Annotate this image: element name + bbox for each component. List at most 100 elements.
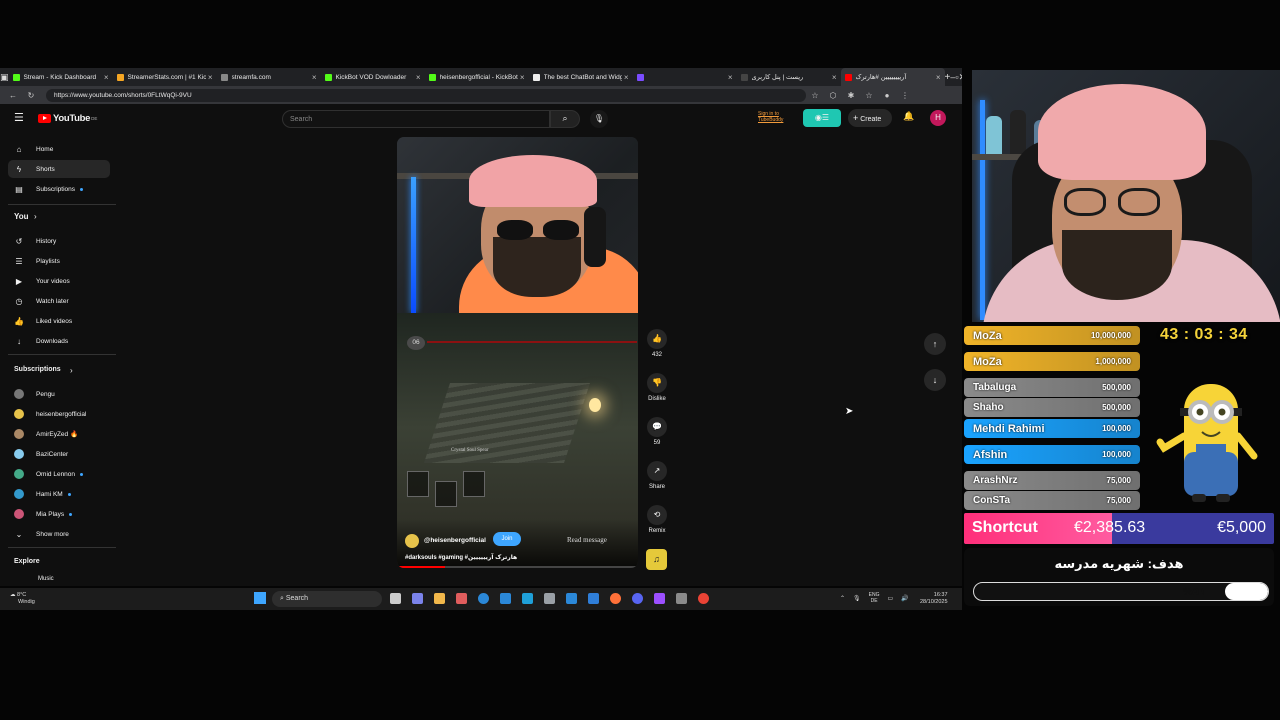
tubebuddy-signin-link[interactable]: Sign in to TubeBuddy xyxy=(758,111,800,123)
sidebar-item-music[interactable]: Music xyxy=(38,576,54,582)
browser-tab[interactable]: heisenbergofficial - KickBot × xyxy=(425,68,529,86)
store-icon[interactable] xyxy=(456,593,467,604)
sidebar-item[interactable]: ▤ Subscriptions xyxy=(8,180,110,198)
sidebar-item[interactable]: ↺ History xyxy=(8,232,110,250)
sound-thumbnail-button[interactable]: ♫ xyxy=(646,549,667,570)
browser-tab[interactable]: ریست | پنل کاربری × xyxy=(737,68,841,86)
chrome-icon[interactable] xyxy=(698,593,709,604)
close-window-icon[interactable]: ✕ xyxy=(959,72,962,83)
youtube-logo[interactable]: YouTube DE xyxy=(38,113,97,124)
taskbar-search[interactable]: ⌕ Search xyxy=(272,591,382,607)
sidebar-item[interactable]: ⌄ Show more xyxy=(8,525,110,543)
terminal-icon[interactable] xyxy=(544,593,555,604)
channel-name[interactable]: @heisenbergofficial xyxy=(424,537,486,544)
goal-target: €5,000 xyxy=(1217,519,1266,536)
browser-tab[interactable]: StreamerStats.com | #1 Kick × xyxy=(113,68,217,86)
file-explorer-icon[interactable] xyxy=(434,593,445,604)
short-video-player[interactable]: 06 Crystal Soul Spear @heisenbergofficia… xyxy=(397,137,638,568)
tab-close-icon[interactable]: × xyxy=(624,73,629,82)
outlook-icon[interactable] xyxy=(522,593,533,604)
donor-name: MoZa xyxy=(973,355,1002,368)
sidebar-item[interactable]: Hami KM xyxy=(8,485,110,503)
sidebar-item[interactable]: ◷ Watch later xyxy=(8,292,110,310)
discord-icon[interactable] xyxy=(632,593,643,604)
sidebar-item[interactable]: heisenbergofficial xyxy=(8,405,110,423)
sidebar-item[interactable]: ▶ Your videos xyxy=(8,272,110,290)
next-short-button[interactable]: ↓ xyxy=(924,369,946,391)
sidebar-item[interactable]: Omid Lennon xyxy=(8,465,110,483)
teams-icon[interactable] xyxy=(412,593,423,604)
vscode-icon[interactable] xyxy=(566,593,577,604)
sidebar-item[interactable]: ☰ Playlists xyxy=(8,252,110,270)
tab-close-icon[interactable]: × xyxy=(728,73,733,82)
weather-widget[interactable]: ☁ 8°C Windig xyxy=(10,592,35,606)
hamburger-menu-icon[interactable]: ☰ xyxy=(14,111,24,124)
like-button[interactable]: 👍 432 xyxy=(646,329,668,358)
share-button[interactable]: ↗ Share xyxy=(646,461,668,490)
firefox-icon[interactable] xyxy=(610,593,621,604)
browser-tab[interactable]: آریییییییین #هارترک × xyxy=(840,68,945,86)
bookmarks-icon[interactable]: ☆ xyxy=(860,91,878,100)
tab-close-icon[interactable]: × xyxy=(936,73,941,82)
reload-icon[interactable]: ↻ xyxy=(22,91,40,100)
vscode-alt-icon[interactable] xyxy=(588,593,599,604)
edge-icon[interactable] xyxy=(478,593,489,604)
channel-avatar[interactable] xyxy=(405,534,419,548)
task-view-icon[interactable] xyxy=(390,593,401,604)
address-bar[interactable]: https://www.youtube.com/shorts/0FLtWqQi-… xyxy=(46,88,806,102)
browser-tab[interactable]: × xyxy=(633,68,737,86)
tab-close-icon[interactable]: × xyxy=(312,73,317,82)
tab-close-icon[interactable]: × xyxy=(416,73,421,82)
volume-icon[interactable]: 🔊 xyxy=(901,595,908,602)
browser-tab[interactable]: streamfa.com × xyxy=(217,68,321,86)
previous-short-button[interactable]: ↑ xyxy=(924,333,946,355)
profile-icon[interactable]: ● xyxy=(878,91,896,100)
tray-chevron-icon[interactable]: ⌃ xyxy=(840,595,845,602)
tab-close-icon[interactable]: × xyxy=(208,73,213,82)
search-placeholder: Search xyxy=(290,116,313,123)
search-input[interactable]: Search xyxy=(282,110,550,128)
obs-icon[interactable] xyxy=(676,593,687,604)
sidebar-item[interactable]: ϟ Shorts xyxy=(8,160,110,178)
menu-dots-icon[interactable]: ⋮ xyxy=(896,91,914,100)
network-icon[interactable]: ▭ xyxy=(888,595,894,602)
sidebar-item[interactable]: ↓ Downloads xyxy=(8,332,110,350)
create-button[interactable]: + Create xyxy=(848,109,892,127)
comments-button[interactable]: 💬 59 xyxy=(646,417,668,446)
you-section-header[interactable]: You xyxy=(14,212,29,221)
bookmark-icon[interactable]: ☆ xyxy=(806,91,824,100)
sidebar-item[interactable]: BaziCenter xyxy=(8,445,110,463)
tubebuddy-button[interactable]: ◉☰ xyxy=(803,109,841,127)
tab-actions-icon[interactable]: ▣ xyxy=(0,72,9,83)
tab-close-icon[interactable]: × xyxy=(520,73,525,82)
sidebar-item[interactable]: Mia Plays xyxy=(8,505,110,523)
extension-icon[interactable]: ⬡ xyxy=(824,91,842,100)
browser-tab[interactable]: The best ChatBot and Widg × xyxy=(529,68,633,86)
sidebar-item[interactable]: AmirEyZed 🔥 xyxy=(8,425,110,443)
extensions-puzzle-icon[interactable]: ✱ xyxy=(842,91,860,100)
language-indicator[interactable]: ENG DE xyxy=(869,592,880,604)
tray-mic-icon[interactable]: 🎙 xyxy=(853,595,861,602)
tab-close-icon[interactable]: × xyxy=(104,73,109,82)
account-avatar[interactable]: H xyxy=(930,110,946,126)
sidebar-item[interactable]: Pengu xyxy=(8,385,110,403)
r-icon[interactable] xyxy=(654,593,665,604)
notifications-bell-icon[interactable]: 🔔 xyxy=(903,111,914,122)
join-button[interactable]: Join xyxy=(493,532,521,546)
app-icon[interactable] xyxy=(500,593,511,604)
short-progress-bar[interactable] xyxy=(397,566,638,568)
sidebar-item[interactable]: ⌂ Home xyxy=(8,140,110,158)
start-button[interactable] xyxy=(254,592,266,604)
remix-button[interactable]: ⟲ Remix xyxy=(646,505,668,534)
taskbar-clock[interactable]: 16:37 28/10/2025 xyxy=(920,592,948,606)
your-videos-icon: ▶ xyxy=(15,276,23,286)
subscriptions-section-header[interactable]: Subscriptions xyxy=(14,366,61,373)
tab-close-icon[interactable]: × xyxy=(832,73,837,82)
back-icon[interactable]: ← xyxy=(4,91,22,100)
voice-search-button[interactable]: 🎙 xyxy=(590,110,608,128)
dislike-button[interactable]: 👎 Dislike xyxy=(646,373,668,402)
search-button[interactable]: ⌕ xyxy=(550,110,580,128)
browser-tab[interactable]: KickBot VOD Dowloader × xyxy=(321,68,425,86)
sidebar-item[interactable]: 👍 Liked videos xyxy=(8,312,110,330)
browser-tab[interactable]: Stream - Kick Dashboard × xyxy=(9,68,113,86)
